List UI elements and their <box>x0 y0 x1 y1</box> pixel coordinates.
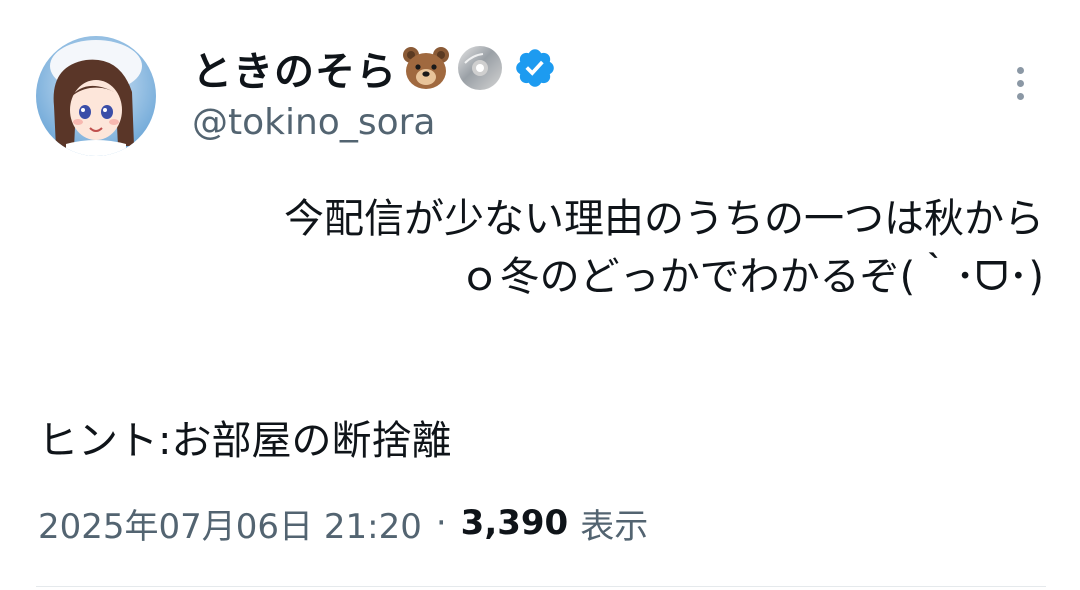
divider <box>36 586 1046 587</box>
tweet-hint-line: ヒント:お部屋の断捨離 <box>38 418 452 464</box>
meta-separator: · <box>435 503 447 543</box>
tweet-line-2: ｏ冬のどっかでわかるぞ(｀･ᗜ･) <box>459 254 1044 300</box>
more-dot-icon <box>1016 79 1024 87</box>
more-dot-icon <box>1016 92 1024 100</box>
timestamp-link[interactable]: 2025年07月06日 21:20 <box>38 499 422 548</box>
avatar-image <box>36 36 156 156</box>
more-dot-icon <box>1016 66 1024 74</box>
display-name-row[interactable]: ときのそら <box>192 38 557 98</box>
tweet-line-1: 今配信が少ない理由のうちの一つは秋から <box>284 196 1044 242</box>
user-handle[interactable]: @tokino_sora <box>192 102 435 143</box>
views-count: 3,390 <box>460 503 569 543</box>
avatar[interactable] <box>36 36 156 156</box>
tweet-text: 今配信が少ない理由のうちの一つは秋から ｏ冬のどっかでわかるぞ(｀･ᗜ･) <box>40 190 1044 306</box>
display-name[interactable]: ときのそら <box>192 39 397 97</box>
views-label: 表示 <box>580 506 649 547</box>
bear-face-icon <box>401 43 451 93</box>
verified-badge-icon[interactable] <box>513 46 557 90</box>
disc-icon <box>455 43 505 93</box>
more-options-button[interactable] <box>1000 58 1040 108</box>
tweet-meta: 2025年07月06日 21:20 · 3,390 表示 <box>38 498 648 548</box>
